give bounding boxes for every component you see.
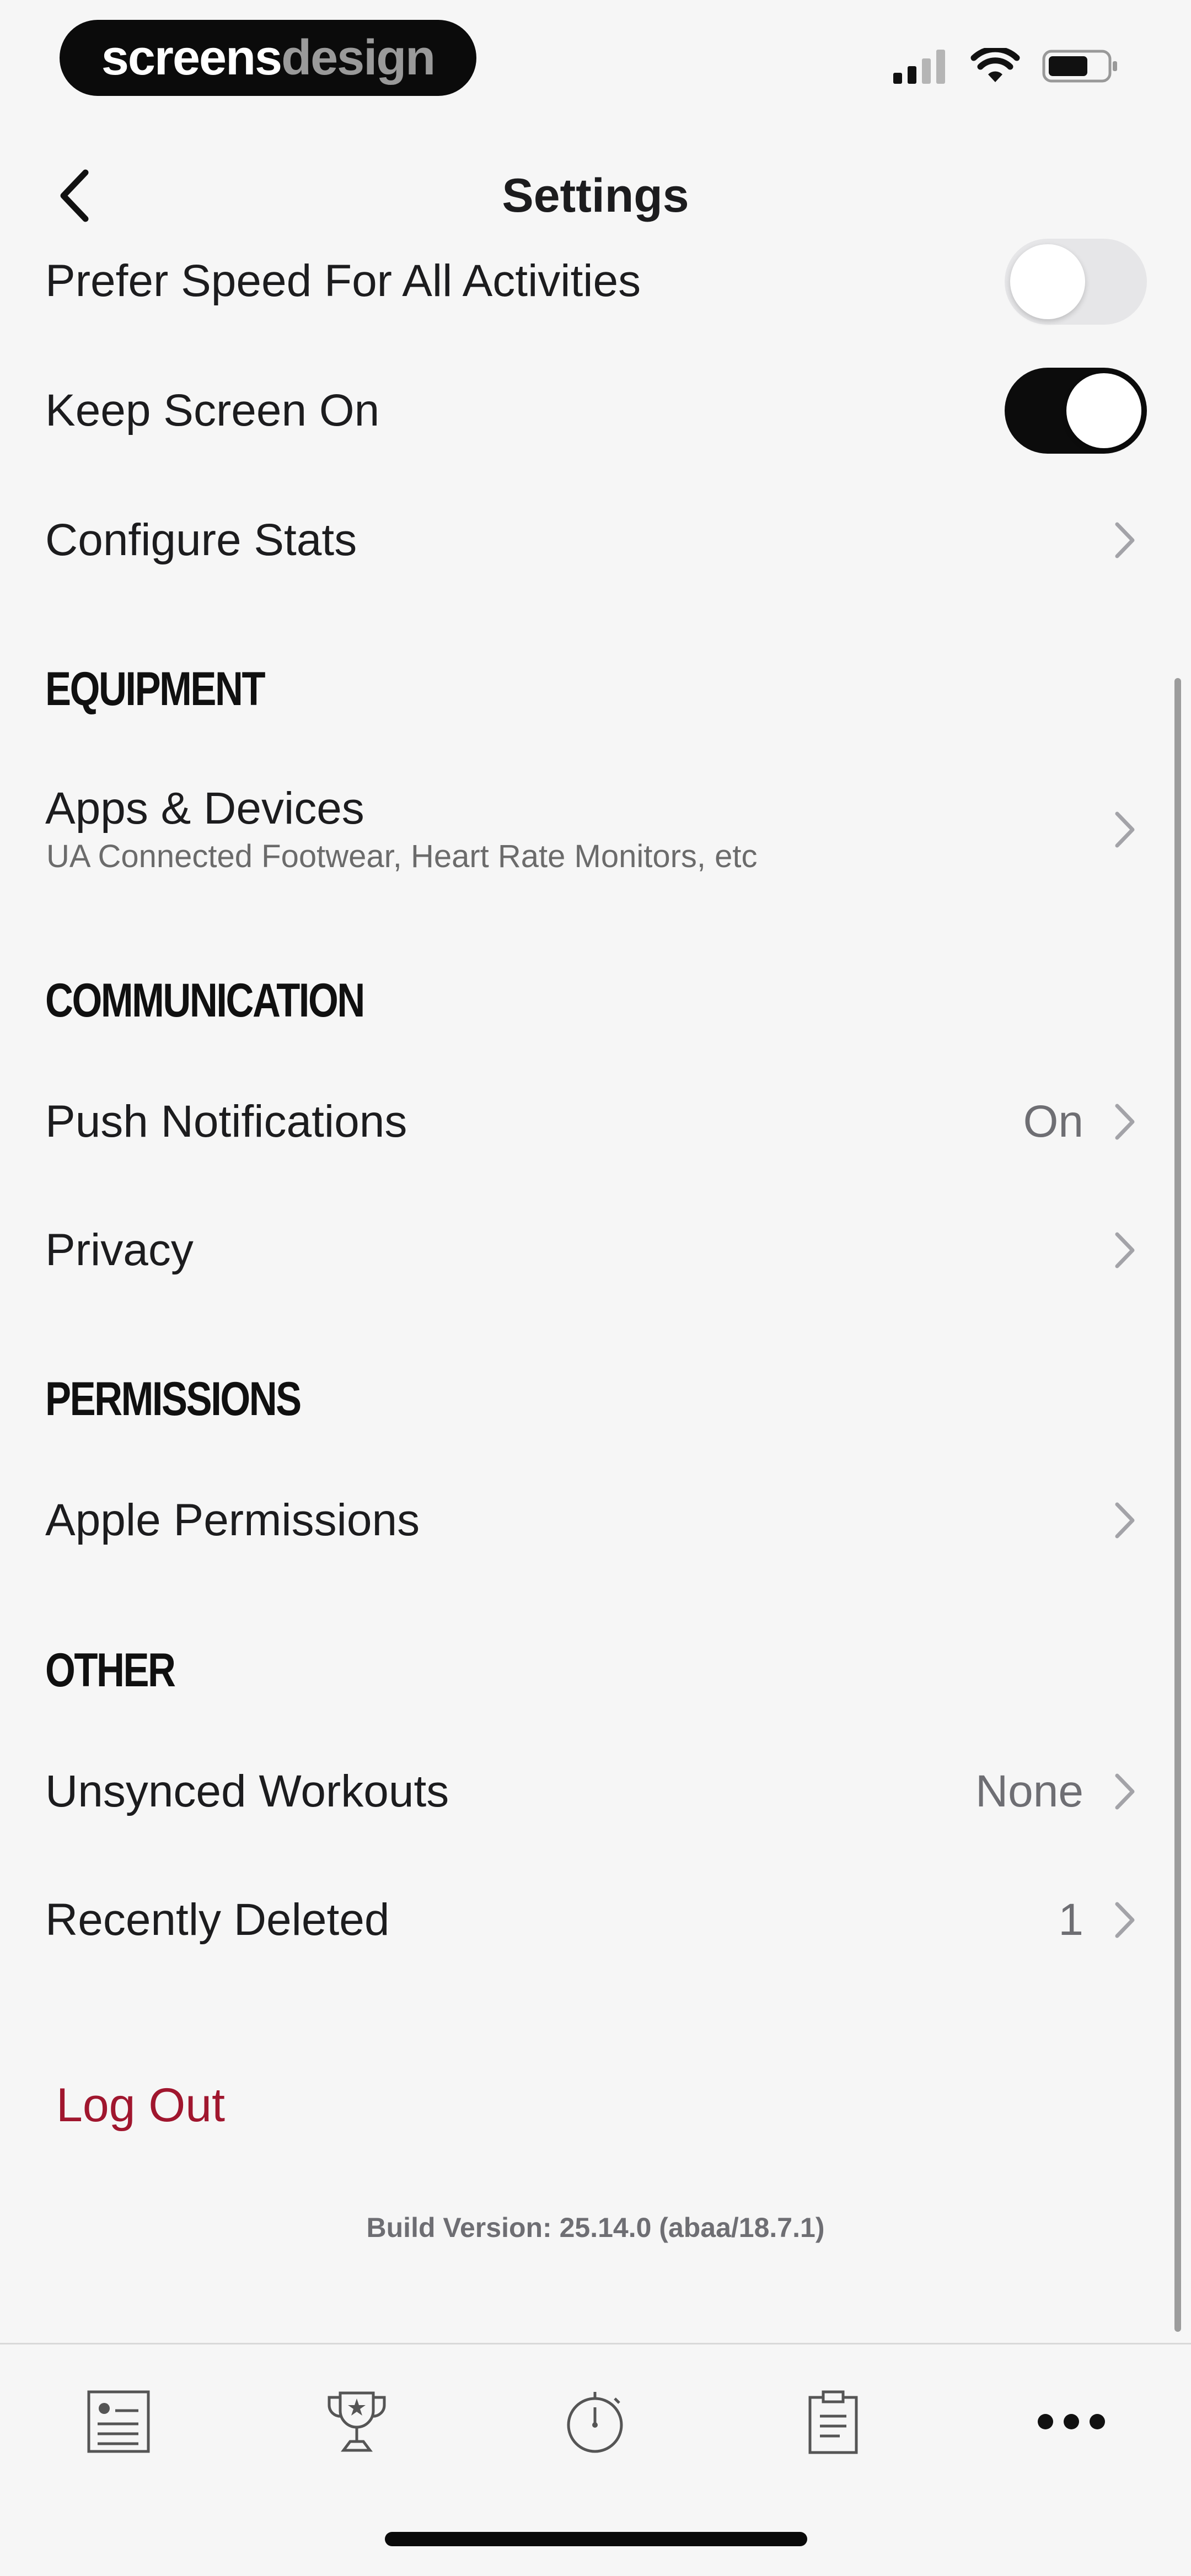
privacy-label: Privacy <box>45 1225 194 1275</box>
chevron-right-icon <box>1115 1773 1135 1810</box>
tab-challenges[interactable] <box>313 2378 401 2466</box>
section-permissions: PERMISSIONS <box>0 1366 1191 1432</box>
trophy-icon <box>328 2391 386 2452</box>
clipboard-icon <box>808 2390 858 2454</box>
cellular-signal-icon <box>893 50 945 84</box>
unsynced-workouts-value: None <box>975 1766 1083 1816</box>
apps-devices-subtitle: UA Connected Footwear, Heart Rate Monito… <box>46 838 758 874</box>
unsynced-workouts-label: Unsynced Workouts <box>45 1766 449 1816</box>
configure-stats-row[interactable]: Configure Stats <box>0 502 1191 579</box>
brand-logo: screens design <box>60 20 476 96</box>
push-notifications-row[interactable]: Push Notifications On <box>0 1083 1191 1160</box>
apps-devices-label: Apps & Devices <box>45 783 364 833</box>
tab-feed[interactable] <box>74 2378 163 2466</box>
tab-plans[interactable] <box>789 2378 877 2466</box>
chevron-right-icon <box>1115 811 1135 848</box>
apple-permissions-row[interactable]: Apple Permissions <box>0 1482 1191 1559</box>
more-icon <box>1038 2414 1105 2429</box>
toggle-knob <box>1010 244 1085 319</box>
recently-deleted-value: 1 <box>1058 1895 1083 1945</box>
brand-secondary-text: design <box>281 30 436 85</box>
prefer-speed-label: Prefer Speed For All Activities <box>45 256 641 306</box>
section-header-equipment: EQUIPMENT <box>45 662 266 716</box>
keep-screen-on-row: Keep Screen On <box>0 368 1191 454</box>
build-version: Build Version: 25.14.0 (abaa/18.7.1) <box>366 2212 825 2243</box>
chevron-right-icon <box>1115 1104 1135 1140</box>
home-indicator <box>385 2532 807 2546</box>
prefer-speed-row: Prefer Speed For All Activities <box>0 239 1191 325</box>
recently-deleted-label: Recently Deleted <box>45 1895 390 1945</box>
unsynced-workouts-row[interactable]: Unsynced Workouts None <box>0 1753 1191 1830</box>
wifi-icon <box>970 48 1020 82</box>
section-other: OTHER <box>0 1637 1191 1703</box>
log-out-button[interactable]: Log Out <box>56 2078 225 2133</box>
push-notifications-value: On <box>1023 1096 1083 1147</box>
keep-screen-on-toggle[interactable] <box>1005 368 1147 454</box>
section-communication: COMMUNICATION <box>0 967 1191 1034</box>
status-bar: screens design <box>0 0 1191 127</box>
stopwatch-icon <box>567 2392 623 2453</box>
page-title: Settings <box>502 169 689 222</box>
section-header-permissions: PERMISSIONS <box>45 1372 302 1426</box>
keep-screen-on-label: Keep Screen On <box>45 385 380 435</box>
tab-bar <box>0 2343 1191 2576</box>
tab-more[interactable] <box>1027 2378 1115 2466</box>
push-notifications-label: Push Notifications <box>45 1096 407 1147</box>
tab-record[interactable] <box>551 2378 639 2466</box>
section-equipment: EQUIPMENT <box>0 656 1191 722</box>
scrollbar[interactable] <box>1174 678 1181 2332</box>
chevron-right-icon <box>1115 1902 1135 1938</box>
chevron-right-icon <box>1115 1232 1135 1268</box>
configure-stats-label: Configure Stats <box>45 515 357 565</box>
apps-devices-row[interactable]: Apps & Devices UA Connected Footwear, He… <box>0 772 1191 888</box>
section-header-other: OTHER <box>45 1643 176 1697</box>
battery-icon <box>1042 50 1117 83</box>
prefer-speed-toggle[interactable] <box>1005 239 1147 325</box>
toggle-knob <box>1066 373 1141 448</box>
privacy-row[interactable]: Privacy <box>0 1212 1191 1289</box>
feed-icon <box>87 2390 150 2453</box>
recently-deleted-row[interactable]: Recently Deleted 1 <box>0 1881 1191 1959</box>
status-icons <box>893 44 1119 88</box>
section-header-communication: COMMUNICATION <box>45 974 365 1027</box>
apple-permissions-label: Apple Permissions <box>45 1495 420 1545</box>
brand-primary-text: screens <box>101 30 282 85</box>
chevron-right-icon <box>1115 522 1135 558</box>
nav-bar: Settings <box>0 143 1191 248</box>
chevron-right-icon <box>1115 1502 1135 1539</box>
